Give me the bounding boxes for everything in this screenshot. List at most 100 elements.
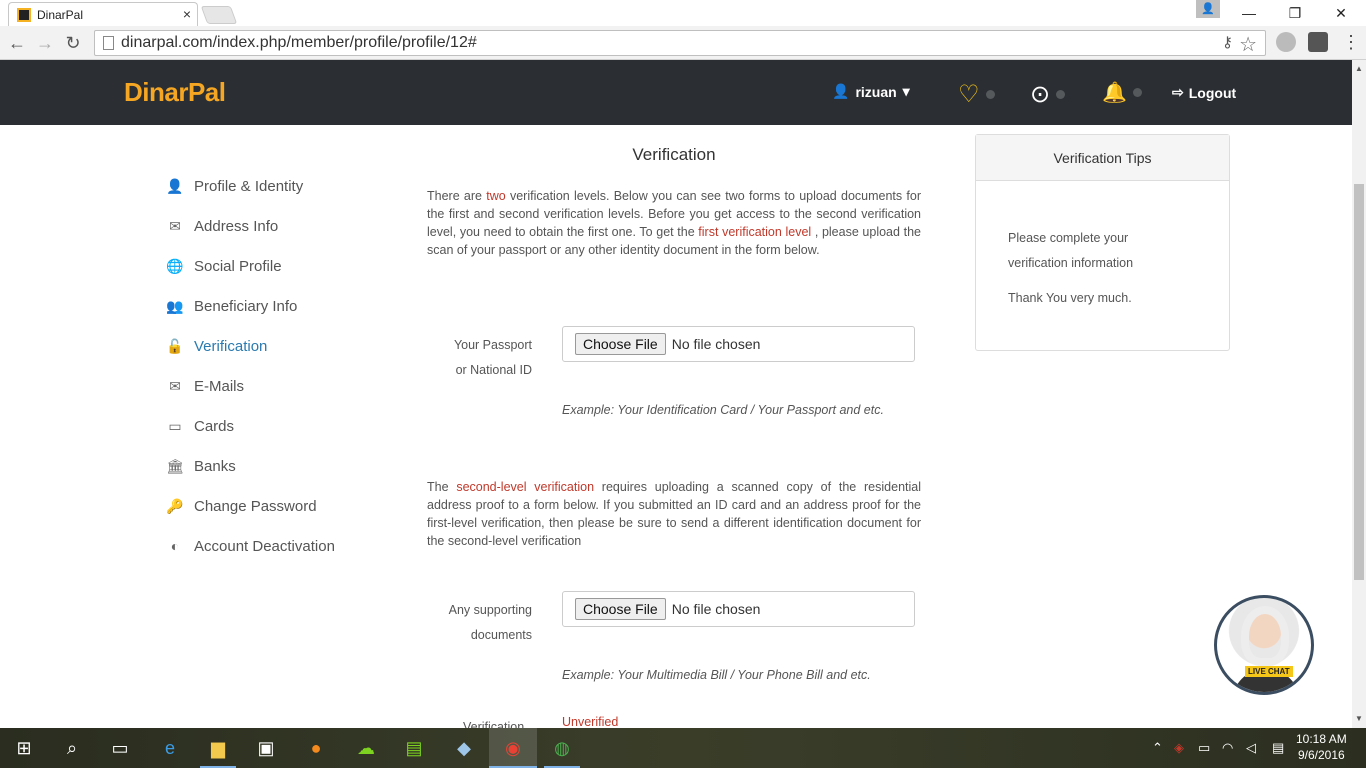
extension-globe-icon[interactable] bbox=[1276, 32, 1296, 52]
browser-tab[interactable]: DinarPal × bbox=[8, 2, 198, 26]
chrome-icon[interactable]: ◉ bbox=[501, 736, 525, 760]
scroll-up-icon[interactable]: ▲ bbox=[1355, 64, 1363, 73]
sidebar-item-emails[interactable]: ✉ E-Mails bbox=[164, 366, 335, 406]
sidebar-item-social-profile[interactable]: 🌐 Social Profile bbox=[164, 246, 335, 286]
antivirus-tray-icon[interactable]: ◈ bbox=[1174, 740, 1184, 756]
sidebar-item-verification[interactable]: 🔓 Verification bbox=[164, 326, 335, 366]
logout-link[interactable]: ⇨ Logout bbox=[1172, 84, 1236, 101]
user-profile-icon[interactable]: 👤 bbox=[1196, 0, 1220, 18]
key-icon: 🔑 bbox=[166, 497, 184, 514]
user-icon: 👤 bbox=[166, 177, 184, 194]
tray-chevron-icon[interactable]: ⌃ bbox=[1152, 740, 1163, 756]
supporting-field-label: Any supporting documents bbox=[448, 603, 532, 642]
scroll-down-icon[interactable]: ▼ bbox=[1355, 714, 1363, 723]
user-menu[interactable]: 👤 rizuan ▾ bbox=[832, 83, 910, 100]
cube-app-icon[interactable]: ◆ bbox=[452, 736, 476, 760]
logout-label: Logout bbox=[1188, 84, 1237, 101]
volume-tray-icon[interactable]: ◁ bbox=[1246, 740, 1256, 756]
site-logo[interactable]: DinarPal bbox=[124, 77, 226, 108]
sidebar-item-label: Account Deactivation bbox=[194, 537, 335, 555]
verification-status-label: Verification bbox=[463, 720, 525, 728]
task-view-icon[interactable]: ▭ bbox=[108, 736, 132, 760]
passport-file-input[interactable]: Choose File No file chosen bbox=[562, 326, 915, 362]
favorites-menu[interactable]: ♡ bbox=[958, 80, 995, 109]
file-status: No file chosen bbox=[671, 601, 761, 617]
page-scrollbar[interactable]: ▲ ▼ bbox=[1352, 60, 1366, 728]
user-icon: 👤 bbox=[832, 83, 850, 99]
wifi-tray-icon[interactable]: ◠ bbox=[1222, 740, 1233, 756]
reload-button[interactable]: ↻ bbox=[62, 32, 84, 54]
notifications-tray-icon[interactable]: ▤ bbox=[1272, 740, 1284, 756]
page-title: Verification bbox=[632, 145, 716, 164]
sidebar-item-cards[interactable]: ▭ Cards bbox=[164, 406, 335, 446]
extension-shield-icon[interactable] bbox=[1308, 32, 1328, 52]
address-bar[interactable]: dinarpal.com/index.php/member/profile/pr… bbox=[94, 30, 1266, 56]
support-badge bbox=[1056, 90, 1066, 99]
globe-app-icon[interactable]: ◍ bbox=[550, 736, 574, 760]
notes-app-icon[interactable]: ▤ bbox=[402, 736, 426, 760]
cloud-app-icon[interactable]: ☁ bbox=[354, 736, 378, 760]
windows-start-icon[interactable]: ⊞ bbox=[12, 736, 36, 760]
sidebar-item-profile-identity[interactable]: 👤 Profile & Identity bbox=[164, 166, 335, 206]
browser-toolbar: ← → ↻ dinarpal.com/index.php/member/prof… bbox=[0, 26, 1366, 60]
battery-tray-icon[interactable]: ▭ bbox=[1198, 740, 1210, 756]
bell-icon: 🔔 bbox=[1102, 82, 1127, 104]
sidebar-item-label: Cards bbox=[194, 417, 235, 435]
tab-close-icon[interactable]: × bbox=[183, 6, 191, 22]
envelope-icon: ✉ bbox=[169, 217, 181, 234]
new-tab-button[interactable] bbox=[200, 6, 238, 24]
unlock-icon: 🔓 bbox=[166, 337, 184, 354]
tips-body: Please complete your verification inform… bbox=[976, 181, 1229, 311]
forward-button[interactable]: → bbox=[34, 32, 56, 54]
verification-content: Verification There are two verification … bbox=[427, 145, 921, 259]
system-clock[interactable]: 10:18 AM 9/6/2016 bbox=[1296, 731, 1347, 763]
support-menu[interactable]: ⊙ bbox=[1030, 80, 1066, 109]
choose-file-button[interactable]: Choose File bbox=[575, 598, 666, 620]
sidebar-item-label: Verification bbox=[194, 337, 268, 355]
sidebar-item-label: Address Info bbox=[194, 217, 279, 235]
heart-icon: ♡ bbox=[958, 81, 980, 108]
browser-menu-icon[interactable]: ⋮ bbox=[1342, 32, 1360, 53]
favorites-badge bbox=[985, 90, 995, 99]
sidebar-item-label: Banks bbox=[194, 457, 236, 475]
sidebar-item-label: Beneficiary Info bbox=[194, 297, 298, 315]
agent-avatar bbox=[1241, 606, 1289, 666]
windows-taskbar: ⊞ ⌕ ▭ e ▆ ▣ ● ☁ ▤ ◆ ◉ ◍ ⌃ ◈ ▭ ◠ ◁ 10:18 … bbox=[0, 728, 1366, 768]
close-window-button[interactable]: ✕ bbox=[1318, 0, 1364, 26]
sidebar-item-change-password[interactable]: 🔑 Change Password bbox=[164, 486, 335, 526]
clock-time: 10:18 AM bbox=[1296, 732, 1347, 746]
search-icon[interactable]: ⌕ bbox=[60, 736, 84, 760]
credit-card-icon: ▭ bbox=[168, 417, 182, 434]
file-explorer-icon[interactable]: ▆ bbox=[206, 736, 230, 760]
tab-title: DinarPal bbox=[37, 7, 84, 22]
bookmark-star-icon[interactable]: ☆ bbox=[1239, 32, 1257, 57]
envelope-icon: ✉ bbox=[169, 377, 181, 394]
edge-browser-icon[interactable]: e bbox=[158, 736, 182, 760]
clock-date: 9/6/2016 bbox=[1297, 748, 1345, 762]
chevron-down-icon: ▾ bbox=[902, 83, 910, 99]
restore-button[interactable]: ❐ bbox=[1272, 0, 1318, 26]
page-icon bbox=[103, 36, 114, 50]
sidebar-item-beneficiary-info[interactable]: 👥 Beneficiary Info bbox=[164, 286, 335, 326]
supporting-upload-row: Any supporting documents Choose File No … bbox=[427, 591, 921, 691]
supporting-file-input[interactable]: Choose File No file chosen bbox=[562, 591, 915, 627]
back-button[interactable]: ← bbox=[6, 32, 28, 54]
supporting-example-text: Example: Your Multimedia Bill / Your Pho… bbox=[562, 668, 871, 682]
sidebar-item-account-deactivation[interactable]: ◐ Account Deactivation bbox=[164, 526, 335, 566]
verification-status-value: Unverified bbox=[562, 715, 619, 729]
notifications-menu[interactable]: 🔔 bbox=[1102, 80, 1142, 105]
logout-icon: ⇨ bbox=[1172, 84, 1184, 100]
sidebar-item-address-info[interactable]: ✉ Address Info bbox=[164, 206, 335, 246]
live-chat-button[interactable]: LIVE CHAT bbox=[1214, 595, 1314, 695]
store-icon[interactable]: ▣ bbox=[254, 736, 278, 760]
choose-file-button[interactable]: Choose File bbox=[575, 333, 666, 355]
tips-title: Verification Tips bbox=[976, 135, 1229, 181]
minimize-button[interactable]: — bbox=[1226, 0, 1272, 26]
bank-icon: 🏛 bbox=[166, 457, 184, 474]
sidebar-item-banks[interactable]: 🏛 Banks bbox=[164, 446, 335, 486]
key-icon[interactable]: ⚷ bbox=[1222, 33, 1233, 51]
passport-upload-row: Your Passport or National ID Choose File… bbox=[427, 326, 921, 426]
scroll-thumb[interactable] bbox=[1354, 184, 1364, 580]
verification-tips-panel: Verification Tips Please complete your v… bbox=[975, 134, 1230, 351]
firefox-icon[interactable]: ● bbox=[304, 736, 328, 760]
